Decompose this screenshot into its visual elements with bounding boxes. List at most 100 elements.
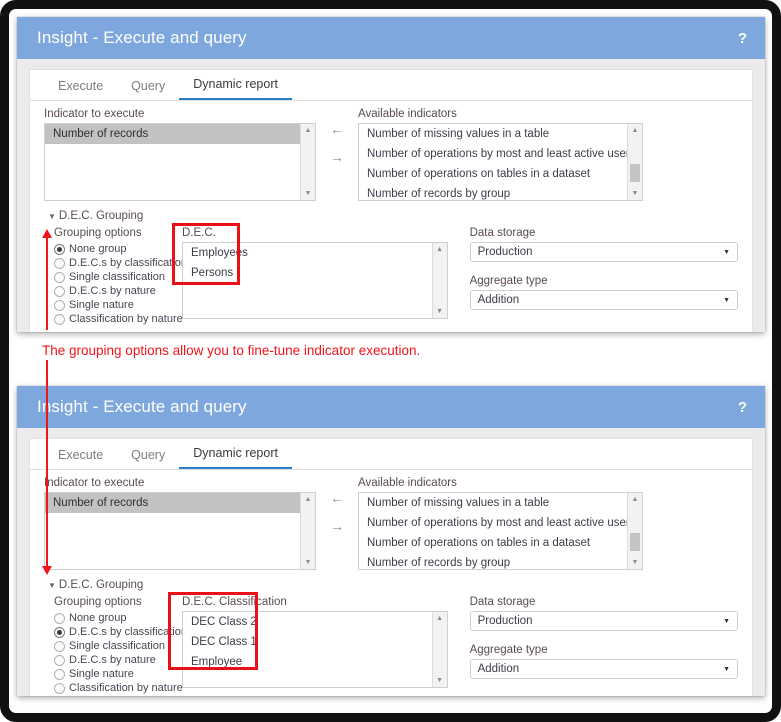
insight-window-top: Insight - Execute and query ? Execute Qu… <box>17 17 765 332</box>
data-storage-select-top[interactable]: Production ▼ <box>469 242 738 262</box>
storage-aggregate-group-bottom: Data storage Production ▼ Aggregate type… <box>469 596 738 679</box>
scroll-up-icon[interactable]: ▲ <box>433 612 447 625</box>
scroll-down-icon[interactable]: ▼ <box>301 187 315 200</box>
help-icon-top[interactable]: ? <box>738 30 747 47</box>
indicator-to-execute-listbox-bottom[interactable]: Number of records ▲ ▼ <box>44 492 316 570</box>
radio-icon <box>54 626 65 638</box>
chevron-down-icon: ▼ <box>723 665 730 673</box>
radio-single-classification-top[interactable]: Single classification <box>54 270 172 284</box>
tab-content-bottom: Indicator to execute Number of records ▲… <box>30 470 752 695</box>
scroll-up-icon[interactable]: ▲ <box>433 243 447 256</box>
radio-decs-by-nature-top[interactable]: D.E.C.s by nature <box>54 284 172 298</box>
dec-list-group-top: D.E.C. Employees Persons ▲ ▼ <box>182 227 448 319</box>
indicator-to-execute-label-top: Indicator to execute <box>44 108 145 120</box>
list-item[interactable]: Employees <box>183 243 447 263</box>
dec-grouping-section-header-bottom[interactable]: ▼ D.E.C. Grouping <box>48 579 738 591</box>
tab-execute-bottom[interactable]: Execute <box>44 448 117 469</box>
tab-query-bottom[interactable]: Query <box>117 448 179 469</box>
scroll-down-icon[interactable]: ▼ <box>433 674 447 687</box>
tab-dynamic-report-top[interactable]: Dynamic report <box>179 77 292 100</box>
radio-none-group-top[interactable]: None group <box>54 242 172 256</box>
chevron-down-icon: ▼ <box>48 212 56 221</box>
list-item[interactable]: Number of records by group <box>359 184 642 200</box>
annotation-arrowhead-down <box>42 566 52 575</box>
list-item[interactable]: DEC Class 2 <box>183 612 447 632</box>
list-item[interactable]: Number of records by group <box>359 553 642 569</box>
grouping-options-label-top: Grouping options <box>54 227 142 239</box>
scrollbar-vertical[interactable]: ▲ ▼ <box>300 124 315 200</box>
list-item[interactable]: Persons <box>183 263 447 283</box>
scroll-down-icon[interactable]: ▼ <box>301 556 315 569</box>
radio-label: Classification by nature <box>69 313 183 325</box>
grouping-row-bottom: Grouping options None group D.E.C.s by c… <box>44 596 738 695</box>
list-item[interactable]: Number of records <box>45 493 315 513</box>
list-item[interactable]: Number of operations by most and least a… <box>359 144 642 164</box>
list-item[interactable]: Number of missing values in a table <box>359 124 642 144</box>
available-indicators-group-top: Available indicators Number of missing v… <box>358 108 643 201</box>
tab-bar-top: Execute Query Dynamic report <box>30 70 752 101</box>
indicator-to-execute-group-bottom: Indicator to execute Number of records ▲… <box>44 477 316 570</box>
scrollbar-vertical[interactable]: ▲ ▼ <box>431 612 447 687</box>
radio-icon <box>54 612 65 624</box>
available-indicators-listbox-bottom[interactable]: Number of missing values in a table Numb… <box>358 492 643 570</box>
tab-bar-bottom: Execute Query Dynamic report <box>30 439 752 470</box>
grouping-options-bottom: Grouping options None group D.E.C.s by c… <box>44 596 187 695</box>
list-item[interactable]: Number of missing values in a table <box>359 493 642 513</box>
scroll-up-icon[interactable]: ▲ <box>301 493 315 506</box>
data-storage-select-bottom[interactable]: Production ▼ <box>469 611 738 631</box>
scroll-thumb[interactable] <box>630 533 640 551</box>
move-left-button-top[interactable]: ← <box>330 122 344 136</box>
aggregate-type-select-top[interactable]: Addition ▼ <box>469 290 738 310</box>
radio-none-group-bottom[interactable]: None group <box>54 611 172 625</box>
content-card-top: Execute Query Dynamic report Indicator t… <box>29 69 753 332</box>
scroll-up-icon[interactable]: ▲ <box>628 493 642 506</box>
scroll-up-icon[interactable]: ▲ <box>628 124 642 137</box>
move-left-button-bottom[interactable]: ← <box>330 491 344 505</box>
list-item[interactable]: DEC Class 1 <box>183 632 447 652</box>
scrollbar-vertical[interactable]: ▲ ▼ <box>627 493 642 569</box>
radio-single-nature-bottom[interactable]: Single nature <box>54 667 172 681</box>
window-title-bottom: Insight - Execute and query <box>37 397 247 416</box>
dec-classification-listbox-bottom[interactable]: DEC Class 2 DEC Class 1 Employee ▲ ▼ <box>182 611 448 688</box>
radio-decs-by-nature-bottom[interactable]: D.E.C.s by nature <box>54 653 172 667</box>
list-item[interactable]: Number of operations on tables in a data… <box>359 533 642 553</box>
chevron-down-icon: ▼ <box>723 296 730 304</box>
scroll-thumb[interactable] <box>630 164 640 182</box>
list-item[interactable]: Employee <box>183 652 447 672</box>
scrollbar-vertical[interactable]: ▲ ▼ <box>300 493 315 569</box>
list-item[interactable]: Number of records <box>45 124 315 144</box>
move-right-button-bottom[interactable]: → <box>330 519 344 533</box>
scroll-up-icon[interactable]: ▲ <box>301 124 315 137</box>
scrollbar-vertical[interactable]: ▲ ▼ <box>627 124 642 200</box>
radio-classification-by-nature-top[interactable]: Classification by nature <box>54 312 183 326</box>
window-titlebar-bottom: Insight - Execute and query ? <box>17 386 765 428</box>
radio-single-nature-top[interactable]: Single nature <box>54 298 172 312</box>
chevron-down-icon: ▼ <box>723 248 730 256</box>
radio-decs-by-classification-bottom[interactable]: D.E.C.s by classification <box>54 625 187 639</box>
radio-label: None group <box>69 612 127 624</box>
radio-single-classification-bottom[interactable]: Single classification <box>54 639 172 653</box>
scroll-down-icon[interactable]: ▼ <box>433 305 447 318</box>
scroll-down-icon[interactable]: ▼ <box>628 187 642 200</box>
move-right-button-top[interactable]: → <box>330 150 344 164</box>
scroll-down-icon[interactable]: ▼ <box>628 556 642 569</box>
aggregate-type-label-top: Aggregate type <box>469 275 548 287</box>
scrollbar-vertical[interactable]: ▲ ▼ <box>431 243 447 318</box>
indicator-to-execute-listbox-top[interactable]: Number of records ▲ ▼ <box>44 123 316 201</box>
dec-grouping-section-header-top[interactable]: ▼ D.E.C. Grouping <box>48 210 738 222</box>
radio-label: D.E.C.s by classification <box>69 626 187 638</box>
list-item[interactable]: Number of operations by most and least a… <box>359 513 642 533</box>
help-icon-bottom[interactable]: ? <box>738 399 747 416</box>
tab-query-top[interactable]: Query <box>117 79 179 100</box>
radio-decs-by-classification-top[interactable]: D.E.C.s by classification <box>54 256 187 270</box>
available-indicators-listbox-top[interactable]: Number of missing values in a table Numb… <box>358 123 643 201</box>
tab-execute-top[interactable]: Execute <box>44 79 117 100</box>
radio-classification-by-nature-bottom[interactable]: Classification by nature <box>54 681 183 695</box>
tab-dynamic-report-bottom[interactable]: Dynamic report <box>179 446 292 469</box>
annotation-line-down <box>46 360 48 573</box>
radio-label: Classification by nature <box>69 682 183 694</box>
storage-aggregate-group-top: Data storage Production ▼ Aggregate type… <box>469 227 738 310</box>
aggregate-type-select-bottom[interactable]: Addition ▼ <box>469 659 738 679</box>
list-item[interactable]: Number of operations on tables in a data… <box>359 164 642 184</box>
dec-listbox-top[interactable]: Employees Persons ▲ ▼ <box>182 242 448 319</box>
